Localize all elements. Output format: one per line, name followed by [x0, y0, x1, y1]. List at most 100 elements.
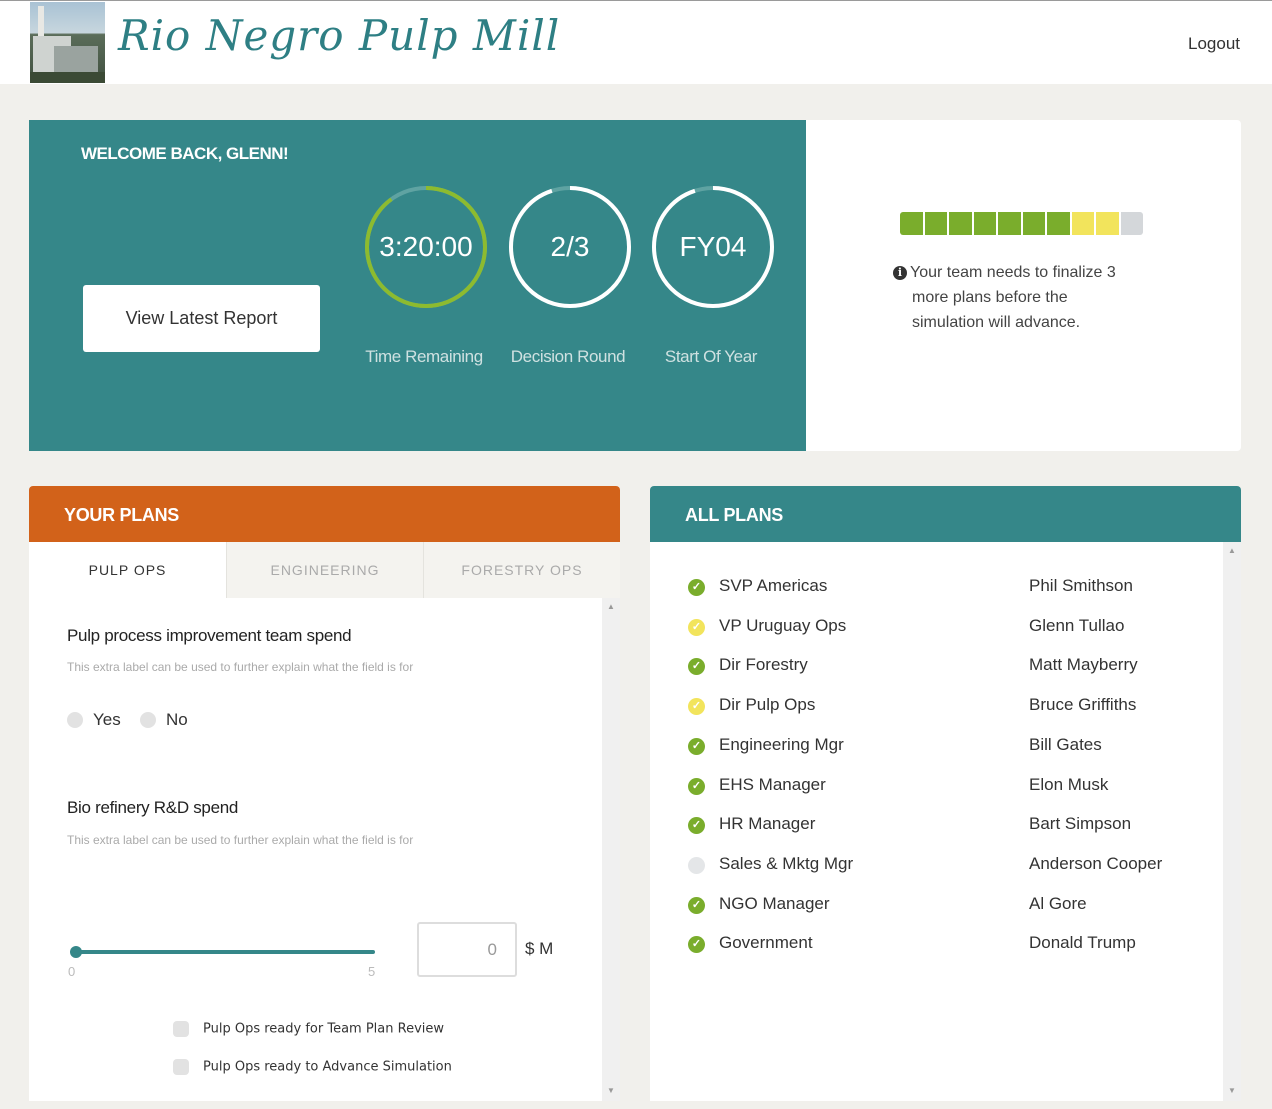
start-of-year-dial: FY04 [650, 184, 776, 310]
plan-role: Dir Forestry [719, 655, 808, 675]
progress-segment [973, 212, 996, 235]
decision-round-value: 2/3 [550, 231, 590, 262]
plan-row: ✓ EHS Manager Elon Musk [688, 775, 1188, 799]
plan-row: Sales & Mktg Mgr Anderson Cooper [688, 854, 1188, 878]
check-icon: ✓ [688, 896, 705, 914]
check-icon: ✓ [688, 777, 705, 795]
plan-person: Bill Gates [1029, 734, 1102, 754]
field2-help: This extra label can be used to further … [67, 833, 414, 847]
all-plans-scrollbar[interactable]: ▲ ▼ [1223, 542, 1241, 1101]
all-plans-panel: ALL PLANS ▲ ▼ ✓ SVP Americas Phil Smithson… [650, 486, 1241, 1101]
scroll-up-icon[interactable]: ▲ [607, 602, 615, 611]
radio-no[interactable]: No [140, 710, 188, 730]
plan-row: ✓ Engineering Mgr Bill Gates [688, 735, 1188, 759]
slider-min-label: 0 [68, 964, 76, 979]
plan-person: Elon Musk [1029, 774, 1109, 794]
your-plans-heading: YOUR PLANS [29, 486, 620, 542]
plan-row: ✓ SVP Americas Phil Smithson [688, 576, 1188, 600]
plan-row: ✓ VP Uruguay Ops Glenn Tullao [688, 616, 1188, 640]
status-empty-icon [688, 856, 705, 874]
start-of-year-label: Start Of Year [664, 347, 758, 366]
plan-row: ✓ NGO Manager Al Gore [688, 894, 1188, 918]
plan-person: Anderson Cooper [1029, 853, 1163, 873]
time-remaining-label: Time Remaining [365, 347, 483, 366]
check-icon: ✓ [688, 618, 705, 636]
slider-max-label: 5 [368, 964, 376, 979]
spend-slider-track[interactable] [75, 950, 375, 954]
spend-slider-thumb[interactable] [70, 946, 82, 958]
tab-forestry-ops[interactable]: FORESTRY OPS [423, 542, 620, 598]
progress-segment [1047, 212, 1070, 235]
scroll-down-icon[interactable]: ▼ [607, 1086, 615, 1095]
ready-review-check[interactable]: Pulp Ops ready for Team Plan Review [173, 1021, 444, 1037]
time-remaining-dial: 3:20:00 [363, 184, 489, 310]
plan-role: SVP Americas [719, 576, 828, 595]
plan-row: ✓ Dir Pulp Ops Bruce Griffiths [688, 695, 1188, 719]
progress-segment [949, 212, 972, 235]
check-icon: ✓ [688, 817, 705, 835]
progress-segment [998, 212, 1021, 235]
plan-row: ✓ Government Donald Trump [688, 933, 1188, 957]
plans-form: ▲ ▼ Pulp process improvement team spend … [29, 598, 620, 1101]
your-plans-panel: YOUR PLANS PULP OPS ENGINEERING FORESTRY… [29, 486, 620, 1101]
mill-photo-logo [30, 2, 105, 83]
all-plans-heading: ALL PLANS [650, 486, 1241, 542]
plan-role: Engineering Mgr [719, 734, 844, 754]
logout-link[interactable]: Logout [1188, 34, 1240, 54]
plan-role: HR Manager [719, 814, 816, 834]
radio-yes[interactable]: Yes [67, 710, 121, 730]
field1-help: This extra label can be used to further … [67, 660, 414, 674]
plan-person: Glenn Tullao [1029, 615, 1125, 635]
tab-engineering[interactable]: ENGINEERING [226, 542, 423, 598]
decision-round-label: Decision Round [510, 347, 626, 366]
app-header: Rio Negro Pulp Mill Logout [0, 0, 1272, 84]
ready-advance-label: Pulp Ops ready to Advance Simulation [203, 1059, 452, 1075]
plan-person: Phil Smithson [1029, 576, 1133, 595]
time-remaining-value: 3:20:00 [379, 231, 473, 262]
progress-segment [1096, 212, 1119, 235]
plan-role: VP Uruguay Ops [719, 615, 847, 635]
welcome-greeting: WELCOME BACK, GLENN! [81, 144, 289, 163]
progress-segment [1071, 212, 1094, 235]
plan-row: ✓ HR Manager Bart Simpson [688, 814, 1188, 838]
check-icon: ✓ [688, 737, 705, 755]
progress-segment [900, 212, 923, 235]
info-icon: i [893, 266, 907, 280]
ready-advance-checkbox[interactable] [173, 1059, 189, 1075]
site-title: Rio Negro Pulp Mill [118, 11, 561, 60]
plan-row: ✓ Dir Forestry Matt Mayberry [688, 655, 1188, 679]
radio-yes-dot[interactable] [67, 712, 83, 728]
status-note-line1: Your team needs to finalize 3 [910, 264, 1116, 281]
status-note: i Your team needs to finalize 3 more plan… [893, 260, 1153, 335]
unit-label: $ M [525, 939, 554, 958]
plan-role: Dir Pulp Ops [719, 695, 816, 715]
check-icon: ✓ [688, 936, 705, 954]
plan-tabs: PULP OPS ENGINEERING FORESTRY OPS [29, 542, 620, 598]
field1-title: Pulp process improvement team spend [67, 626, 352, 645]
team-progress-bar [900, 212, 1143, 235]
view-latest-report-button[interactable]: View Latest Report [83, 285, 320, 352]
scroll-up-icon[interactable]: ▲ [1228, 546, 1236, 555]
check-icon: ✓ [688, 698, 705, 716]
tab-pulp-ops[interactable]: PULP OPS [29, 542, 226, 598]
radio-no-label: No [166, 710, 188, 729]
radio-no-dot[interactable] [140, 712, 156, 728]
plans-scrollbar[interactable]: ▲ ▼ [602, 598, 620, 1101]
all-plans-list: ▲ ▼ ✓ SVP Americas Phil Smithson ✓ VP Urugua… [650, 542, 1241, 1101]
ready-review-checkbox[interactable] [173, 1021, 189, 1037]
status-note-line2: more plans before the [912, 289, 1068, 306]
plan-role: EHS Manager [719, 774, 826, 794]
ready-advance-check[interactable]: Pulp Ops ready to Advance Simulation [173, 1059, 452, 1075]
radio-yes-label: Yes [93, 710, 121, 729]
plan-role: Sales & Mktg Mgr [719, 853, 854, 873]
check-icon: ✓ [688, 658, 705, 676]
ready-review-label: Pulp Ops ready for Team Plan Review [203, 1021, 445, 1037]
scroll-down-icon[interactable]: ▼ [1228, 1086, 1236, 1095]
progress-segment [1120, 212, 1143, 235]
plan-person: Bruce Griffiths [1029, 695, 1137, 715]
spend-amount-input[interactable] [417, 922, 517, 977]
decision-round-dial: 2/3 [507, 184, 633, 310]
plan-role: NGO Manager [719, 893, 830, 913]
plan-person: Matt Mayberry [1029, 655, 1138, 675]
welcome-panel: WELCOME BACK, GLENN! View Latest Report … [29, 120, 806, 451]
